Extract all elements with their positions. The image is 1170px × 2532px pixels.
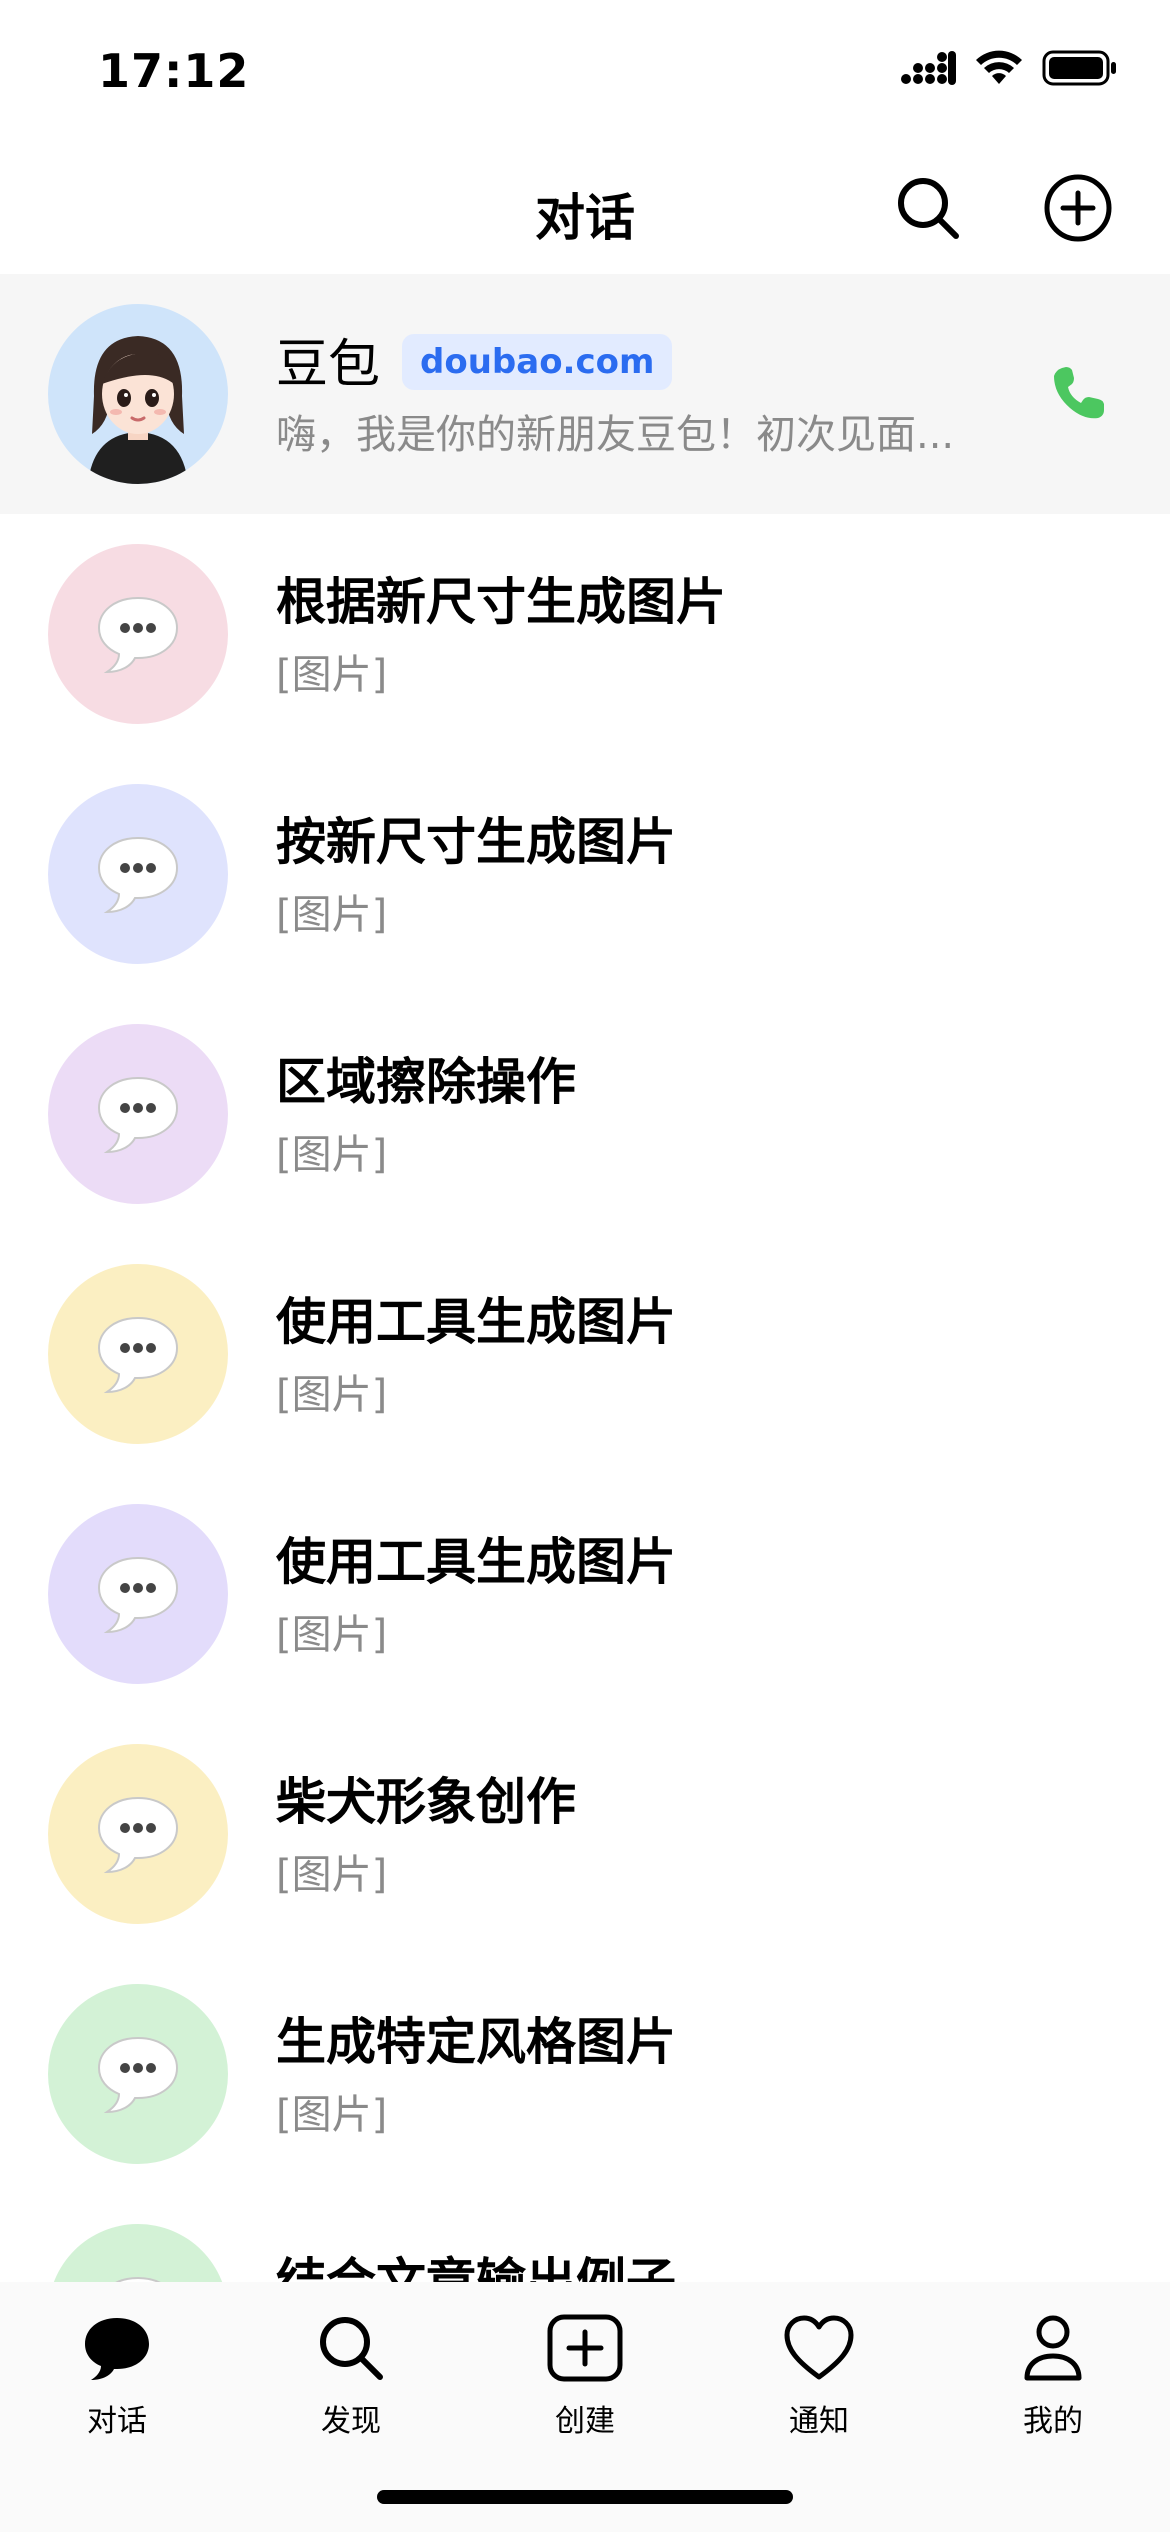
add-square-icon — [547, 2314, 623, 2382]
conversation-item[interactable]: 使用工具生成图片 [图片] — [0, 1234, 1170, 1474]
search-icon — [898, 178, 959, 239]
conversation-title: 结合文章输出例子 — [276, 2253, 676, 2282]
header: 对话 — [0, 140, 1170, 274]
speech-bubble-icon — [97, 1076, 179, 1154]
conversation-title: 柴犬形象创作 — [276, 1773, 576, 1831]
tab-create[interactable]: 创建 — [500, 2306, 670, 2440]
conversation-title: 生成特定风格图片 — [276, 2013, 676, 2071]
cellular-signal-icon — [901, 51, 956, 85]
conversation-item[interactable]: 区域擦除操作 [图片] — [0, 994, 1170, 1234]
new-chat-button[interactable] — [1038, 168, 1118, 248]
conversation-preview: [图片] — [276, 652, 388, 698]
conversation-item[interactable]: 柴犬形象创作 [图片] — [0, 1714, 1170, 1954]
conversation-avatar — [48, 1744, 228, 1924]
person-icon — [1024, 2315, 1082, 2381]
conversation-title: 使用工具生成图片 — [276, 1533, 676, 1591]
conversation-avatar — [48, 784, 228, 964]
conversation-preview: [图片] — [276, 1132, 388, 1178]
conversation-preview: [图片] — [276, 892, 388, 938]
speech-bubble-icon — [115, 2276, 161, 2282]
speech-bubble-icon — [97, 1796, 179, 1874]
conversation-item-doubao[interactable]: 豆包 doubao.com 嗨，我是你的新朋友豆包！初次见面... — [0, 274, 1170, 514]
wifi-icon — [976, 50, 1022, 84]
conversation-preview: [图片] — [276, 2092, 388, 2138]
conversation-preview: [图片] — [276, 1852, 388, 1898]
speech-bubble-icon — [97, 596, 179, 674]
conversation-preview: [图片] — [276, 1372, 388, 1418]
status-icons — [900, 50, 1118, 86]
website-badge: doubao.com — [402, 334, 673, 390]
conversation-item[interactable]: 根据新尺寸生成图片 [图片] — [0, 514, 1170, 754]
chat-bubble-icon — [85, 2318, 149, 2380]
speech-bubble-icon — [97, 1556, 179, 1634]
conversation-avatar — [48, 1504, 228, 1684]
search-button[interactable] — [888, 168, 968, 248]
tab-notifications[interactable]: 通知 — [734, 2306, 904, 2440]
speech-bubble-icon — [97, 1316, 179, 1394]
conversation-item[interactable]: 生成特定风格图片 [图片] — [0, 1954, 1170, 2194]
tab-label: 通知 — [789, 2404, 849, 2439]
call-button[interactable] — [1046, 362, 1110, 426]
conversation-title: 根据新尺寸生成图片 — [276, 573, 726, 631]
tab-discover[interactable]: 发现 — [266, 2306, 436, 2440]
conversation-item[interactable]: 使用工具生成图片 [图片] — [0, 1474, 1170, 1714]
bot-name: 豆包 — [276, 335, 381, 395]
conversation-avatar — [48, 1984, 228, 2164]
status-bar: 17:12 — [0, 0, 1170, 140]
conversation-item[interactable]: 结合文章输出例子 — [0, 2194, 1170, 2282]
status-time: 17:12 — [98, 44, 250, 98]
tab-label: 发现 — [321, 2404, 381, 2439]
conversation-avatar — [48, 1024, 228, 1204]
battery-icon — [1042, 50, 1116, 86]
search-icon — [320, 2317, 383, 2380]
tab-chat[interactable]: 对话 — [32, 2306, 202, 2440]
home-indicator[interactable] — [377, 2490, 793, 2504]
conversation-title: 豆包 doubao.com — [276, 322, 673, 397]
conversation-title: 使用工具生成图片 — [276, 1293, 676, 1351]
doubao-character-icon — [88, 336, 188, 484]
tab-label: 对话 — [87, 2404, 147, 2439]
add-circle-icon — [1044, 174, 1112, 242]
speech-bubble-icon — [97, 2036, 179, 2114]
conversation-preview: 嗨，我是你的新朋友豆包！初次见面... — [276, 412, 955, 458]
doubao-avatar — [48, 304, 228, 484]
phone-icon — [1054, 367, 1104, 419]
page-title: 对话 — [535, 189, 635, 247]
speech-bubble-icon — [97, 836, 179, 914]
tab-profile[interactable]: 我的 — [968, 2306, 1138, 2440]
conversation-avatar — [48, 544, 228, 724]
conversation-title: 按新尺寸生成图片 — [276, 813, 676, 871]
conversation-avatar — [48, 1264, 228, 1444]
conversation-avatar — [48, 2224, 228, 2282]
conversation-list: 豆包 doubao.com 嗨，我是你的新朋友豆包！初次见面... 根据新尺寸生成… — [0, 274, 1170, 2282]
heart-icon — [784, 2315, 854, 2380]
conversation-preview: [图片] — [276, 1612, 388, 1658]
tab-label: 创建 — [555, 2404, 615, 2439]
conversation-item[interactable]: 按新尺寸生成图片 [图片] — [0, 754, 1170, 994]
tab-label: 我的 — [1023, 2404, 1083, 2439]
conversation-title: 区域擦除操作 — [276, 1053, 576, 1111]
